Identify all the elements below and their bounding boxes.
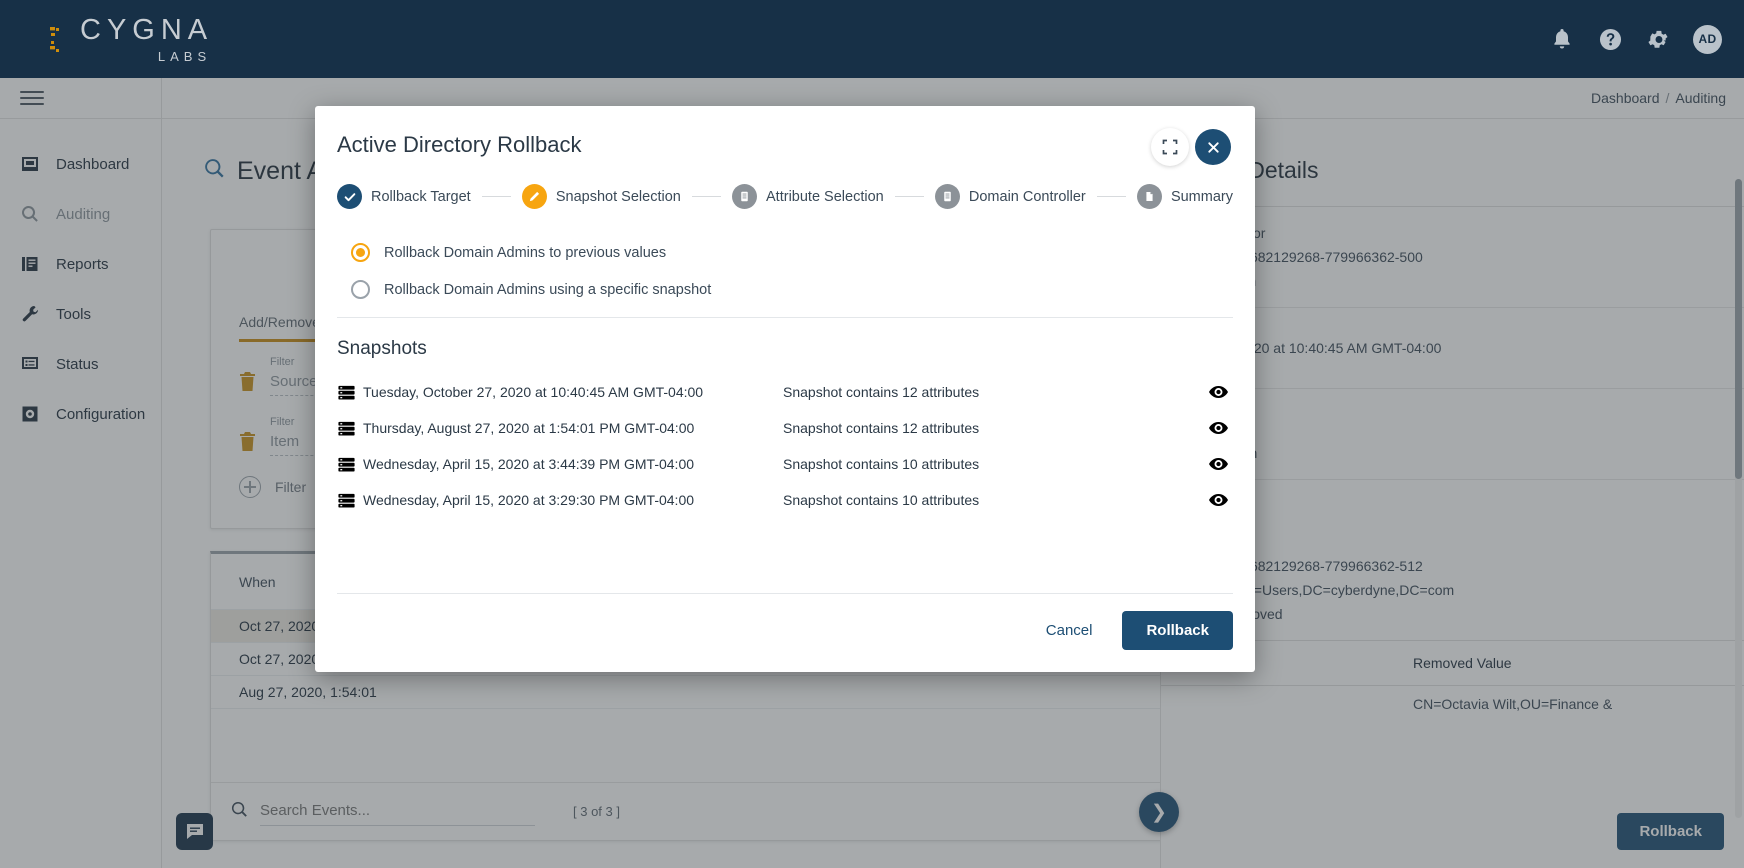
snapshot-attributes: Snapshot contains 12 attributes bbox=[783, 384, 980, 400]
radio-option-specific-snapshot[interactable]: Rollback Domain Admins using a specific … bbox=[351, 280, 1255, 299]
step-label: Summary bbox=[1170, 188, 1233, 205]
wizard-stepper: Rollback Target Snapshot Selection Attri… bbox=[337, 184, 1233, 209]
document-icon bbox=[732, 184, 758, 209]
modal-title: Active Directory Rollback bbox=[337, 132, 582, 157]
view-snapshot-eye-icon[interactable] bbox=[1203, 493, 1233, 507]
app-root: CYGNA LABS AD Dashboard Auditing Reports… bbox=[0, 0, 1744, 868]
document-icon bbox=[934, 184, 960, 209]
page-icon bbox=[1136, 184, 1162, 209]
modal-header-buttons bbox=[1151, 128, 1231, 166]
snapshot-row[interactable]: Tuesday, October 27, 2020 at 10:40:45 AM… bbox=[337, 374, 1233, 410]
avatar[interactable]: AD bbox=[1693, 24, 1722, 54]
rollback-mode-options: Rollback Domain Admins to previous value… bbox=[351, 243, 1255, 299]
step-connector bbox=[691, 196, 722, 197]
step-connector bbox=[1096, 196, 1126, 197]
divider bbox=[337, 317, 1233, 318]
cygna-logo-icon bbox=[20, 16, 66, 62]
radio-icon-selected bbox=[351, 243, 370, 262]
pencil-icon bbox=[521, 184, 547, 209]
snapshot-attributes: Snapshot contains 10 attributes bbox=[783, 492, 980, 508]
active-directory-rollback-dialog: Active Directory Rollback Rollback Targe… bbox=[315, 106, 1255, 672]
bell-icon[interactable] bbox=[1549, 26, 1575, 52]
snapshot-date: Tuesday, October 27, 2020 at 10:40:45 AM… bbox=[363, 384, 704, 400]
snapshot-attributes: Snapshot contains 10 attributes bbox=[783, 456, 980, 472]
snapshot-date: Thursday, August 27, 2020 at 1:54:01 PM … bbox=[363, 420, 695, 436]
snapshot-icon bbox=[337, 455, 363, 474]
modal-actions: Cancel Rollback bbox=[1040, 611, 1233, 650]
snapshot-date: Wednesday, April 15, 2020 at 3:44:39 PM … bbox=[363, 456, 695, 472]
help-icon[interactable] bbox=[1597, 26, 1623, 52]
snapshot-row[interactable]: Thursday, August 27, 2020 at 1:54:01 PM … bbox=[337, 410, 1233, 446]
close-icon[interactable] bbox=[1195, 129, 1231, 165]
radio-icon-unselected bbox=[351, 280, 370, 299]
view-snapshot-eye-icon[interactable] bbox=[1203, 421, 1233, 435]
view-snapshot-eye-icon[interactable] bbox=[1203, 385, 1233, 399]
step-domain-controller[interactable]: Domain Controller bbox=[934, 184, 1086, 209]
step-attribute-selection[interactable]: Attribute Selection bbox=[732, 184, 884, 209]
brand-text: CYGNA LABS bbox=[80, 13, 214, 64]
rollback-button[interactable]: Rollback bbox=[1122, 611, 1233, 650]
snapshots-list: Tuesday, October 27, 2020 at 10:40:45 AM… bbox=[337, 374, 1233, 518]
radio-label: Rollback Domain Admins to previous value… bbox=[384, 244, 667, 261]
brand-logo[interactable]: CYGNA LABS bbox=[20, 13, 214, 64]
step-snapshot-selection[interactable]: Snapshot Selection bbox=[521, 184, 681, 209]
brand-subtitle: LABS bbox=[157, 48, 212, 64]
check-icon bbox=[337, 184, 362, 209]
step-connector bbox=[481, 196, 511, 197]
gear-icon[interactable] bbox=[1645, 26, 1671, 52]
brand-name: CYGNA bbox=[80, 13, 214, 46]
step-label: Rollback Target bbox=[371, 188, 471, 205]
radio-option-previous-values[interactable]: Rollback Domain Admins to previous value… bbox=[351, 243, 1255, 262]
fullscreen-icon[interactable] bbox=[1151, 128, 1189, 166]
step-connector bbox=[894, 196, 924, 197]
view-snapshot-eye-icon[interactable] bbox=[1203, 457, 1233, 471]
step-summary[interactable]: Summary bbox=[1136, 184, 1233, 209]
snapshot-icon bbox=[337, 419, 363, 438]
step-label: Attribute Selection bbox=[766, 188, 884, 205]
radio-label: Rollback Domain Admins using a specific … bbox=[384, 281, 712, 298]
snapshots-heading: Snapshots bbox=[337, 338, 427, 359]
snapshot-date: Wednesday, April 15, 2020 at 3:29:30 PM … bbox=[363, 492, 695, 508]
snapshot-icon bbox=[337, 383, 363, 402]
snapshot-row[interactable]: Wednesday, April 15, 2020 at 3:44:39 PM … bbox=[337, 446, 1233, 482]
step-label: Snapshot Selection bbox=[555, 188, 681, 205]
snapshot-attributes: Snapshot contains 12 attributes bbox=[783, 420, 980, 436]
divider bbox=[337, 593, 1233, 594]
cancel-button[interactable]: Cancel bbox=[1040, 614, 1099, 647]
step-rollback-target[interactable]: Rollback Target bbox=[337, 184, 471, 209]
snapshot-row[interactable]: Wednesday, April 15, 2020 at 3:29:30 PM … bbox=[337, 482, 1233, 518]
step-label: Domain Controller bbox=[968, 188, 1086, 205]
top-bar-actions: AD bbox=[1549, 24, 1722, 54]
top-bar: CYGNA LABS AD bbox=[0, 0, 1744, 78]
snapshot-icon bbox=[337, 491, 363, 510]
